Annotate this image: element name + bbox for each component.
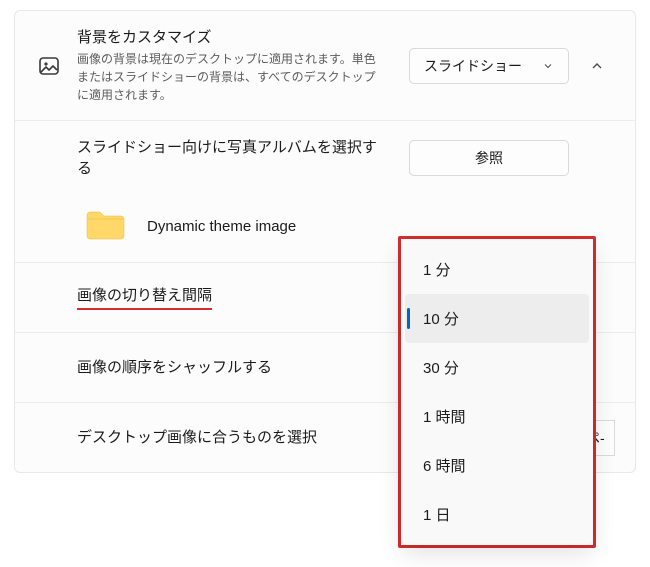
- interval-option[interactable]: 6 時間: [405, 441, 589, 490]
- interval-option[interactable]: 10 分: [405, 294, 589, 343]
- customize-title: 背景をカスタマイズ: [77, 27, 385, 48]
- choose-album-title: スライドショー向けに写真アルバムを選択する: [77, 137, 385, 179]
- interval-title: 画像の切り替え間隔: [77, 285, 212, 310]
- choose-album-row: スライドショー向けに写真アルバムを選択する 参照: [15, 120, 635, 195]
- customize-text: 背景をカスタマイズ 画像の背景は現在のデスクトップに適用されます。単色またはスラ…: [77, 27, 395, 104]
- interval-option[interactable]: 1 時間: [405, 392, 589, 441]
- chevron-up-icon: [589, 58, 605, 74]
- interval-option[interactable]: 1 分: [405, 245, 589, 294]
- image-icon: [35, 54, 63, 78]
- interval-option[interactable]: 1 日: [405, 490, 589, 539]
- collapse-section-button[interactable]: [579, 48, 615, 84]
- chevron-down-icon: [542, 60, 554, 72]
- background-type-value: スライドショー: [424, 56, 522, 76]
- interval-option[interactable]: 30 分: [405, 343, 589, 392]
- choose-album-text: スライドショー向けに写真アルバムを選択する: [77, 137, 395, 179]
- shuffle-title: 画像の順序をシャッフルする: [77, 357, 381, 378]
- album-folder-name: Dynamic theme image: [147, 218, 296, 235]
- browse-button[interactable]: 参照: [409, 140, 569, 176]
- background-type-dropdown[interactable]: スライドショー: [409, 48, 569, 84]
- folder-icon: [85, 209, 125, 244]
- browse-label: 参照: [475, 148, 503, 168]
- customize-desc: 画像の背景は現在のデスクトップに適用されます。単色またはスライドショーの背景は、…: [77, 50, 385, 104]
- interval-dropdown-highlight: 1 分10 分30 分1 時間6 時間1 日: [398, 236, 596, 548]
- customize-background-row: 背景をカスタマイズ 画像の背景は現在のデスクトップに適用されます。単色またはスラ…: [15, 11, 635, 120]
- interval-dropdown-menu[interactable]: 1 分10 分30 分1 時間6 時間1 日: [401, 239, 593, 545]
